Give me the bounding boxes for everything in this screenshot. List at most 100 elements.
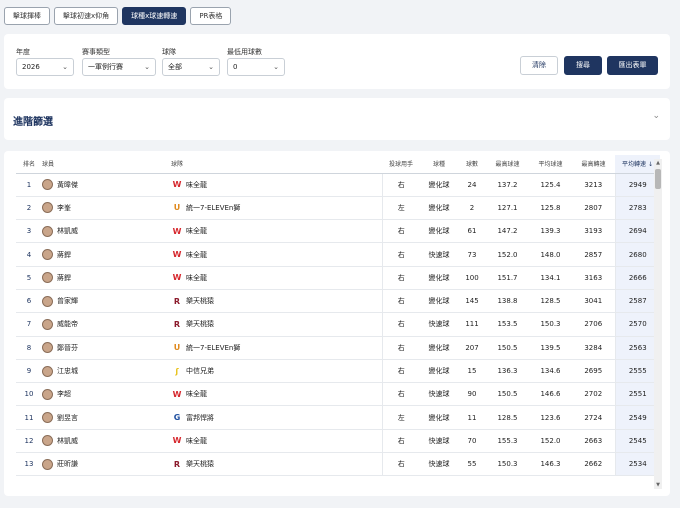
team-logo-icon: W <box>172 250 182 260</box>
table-header-row: 排名 球員 球隊 投球用手 球種 球數 最高球速 平均球速 最高轉速 平均轉速 … <box>16 155 660 174</box>
pitch-type-cell: 變化球 <box>420 196 458 221</box>
player-cell[interactable]: 鄭晉芬 <box>42 336 171 360</box>
max-spin-cell: 3041 <box>572 289 615 314</box>
team-name: 樂天桃猿 <box>186 297 214 306</box>
col-hand[interactable]: 投球用手 <box>382 155 420 174</box>
scroll-down-icon[interactable]: ▼ <box>654 481 662 489</box>
table-row[interactable]: 2 李峯 U 統一7-ELEVEn獅左變化球 2 127.1 125.8 2807 2783 <box>16 196 660 221</box>
export-button[interactable]: 匯出表單 <box>607 56 658 75</box>
col-player[interactable]: 球員 <box>42 155 171 174</box>
rank-cell: 10 <box>16 382 42 407</box>
player-cell[interactable]: 蔣銲 <box>42 266 171 290</box>
pitch-type-cell: 快速球 <box>420 429 458 454</box>
player-avatar-icon <box>42 225 53 237</box>
chevron-down-icon[interactable]: ⌄ <box>652 111 660 121</box>
player-cell[interactable]: 李峯 <box>42 196 171 221</box>
table-row[interactable]: 6 曾家輝 R 樂天桃猿右變化球 145 138.8 128.5 3041 2587 <box>16 289 660 314</box>
hand-cell: 右 <box>381 382 420 407</box>
count-cell: 145 <box>458 289 486 314</box>
player-name: 林凱威 <box>57 436 78 445</box>
rank-cell: 7 <box>16 312 42 337</box>
count-cell: 207 <box>458 336 486 360</box>
vertical-scrollbar[interactable]: ▲ ▼ <box>654 159 662 489</box>
tab-batting-swing[interactable]: 擊球揮棒 <box>4 7 50 25</box>
max-spin-cell: 3213 <box>572 173 615 197</box>
max-spin-cell: 2662 <box>572 452 615 477</box>
avg-velocity-cell: 125.4 <box>529 173 572 197</box>
table-row[interactable]: 4 蔣銲 W 味全龍右快速球 73 152.0 148.0 2857 2680 <box>16 242 660 267</box>
advanced-filter-panel[interactable]: 進階篩選 ⌄ <box>4 98 670 140</box>
rank-cell: 11 <box>16 405 42 430</box>
table-row[interactable]: 10 李超 W 味全龍右快速球 90 150.5 146.6 2702 2551 <box>16 382 660 407</box>
player-cell[interactable]: 曾家輝 <box>42 289 171 314</box>
player-avatar-icon <box>42 388 53 400</box>
min-pitches-select[interactable]: 0 ⌄ <box>227 58 285 76</box>
pitch-type-cell: 變化球 <box>420 405 458 430</box>
player-avatar-icon <box>42 318 53 330</box>
clear-button[interactable]: 清除 <box>520 56 558 75</box>
player-cell[interactable]: 黃暐傑 <box>42 173 171 197</box>
max-spin-cell: 2724 <box>572 405 615 430</box>
table-row[interactable]: 9 江忠城 ʃ 中信兄弟右變化球 15 136.3 134.6 2695 2555 <box>16 359 660 384</box>
avg-velocity-cell: 148.0 <box>529 242 572 267</box>
pitch-type-cell: 變化球 <box>420 173 458 197</box>
max-velocity-cell: 136.3 <box>486 359 529 384</box>
table-row[interactable]: 3 林凱威 W 味全龍右變化球 61 147.2 139.3 3193 2694 <box>16 219 660 244</box>
search-button[interactable]: 搜尋 <box>564 56 602 75</box>
player-name: 曾家輝 <box>57 297 78 306</box>
team-label: 球隊 <box>162 48 176 56</box>
count-cell: 55 <box>458 452 486 477</box>
col-avg-velocity[interactable]: 平均球速 <box>529 155 572 174</box>
tab-pr-table[interactable]: PR表格 <box>190 7 232 25</box>
col-avg-spin-label: 平均轉速 <box>622 161 647 169</box>
player-cell[interactable]: 林凱威 <box>42 429 171 454</box>
team-cell: U 統一7-ELEVEn獅 <box>171 196 382 221</box>
tab-exit-velocity-angle[interactable]: 擊球初速x仰角 <box>54 7 119 25</box>
player-cell[interactable]: 劉昱言 <box>42 405 171 430</box>
hand-cell: 右 <box>381 266 420 290</box>
col-team[interactable]: 球隊 <box>171 155 382 174</box>
rank-cell: 4 <box>16 242 42 267</box>
table-row[interactable]: 1 黃暐傑 W 味全龍右變化球 24 137.2 125.4 3213 2949 <box>16 173 660 197</box>
scroll-thumb[interactable] <box>655 169 661 189</box>
max-spin-cell: 2663 <box>572 429 615 454</box>
player-cell[interactable]: 李超 <box>42 382 171 407</box>
count-cell: 24 <box>458 173 486 197</box>
table-row[interactable]: 5 蔣銲 W 味全龍右變化球 100 151.7 134.1 3163 2666 <box>16 266 660 290</box>
player-avatar-icon <box>42 272 53 284</box>
table-row[interactable]: 11 劉昱言 G 富邦悍將左變化球 11 128.5 123.6 2724 2549 <box>16 405 660 430</box>
year-select[interactable]: 2026 ⌄ <box>16 58 74 76</box>
player-name: 江忠城 <box>57 367 78 376</box>
col-rank[interactable]: 排名 <box>16 155 42 174</box>
player-name: 威能帝 <box>57 320 78 329</box>
team-cell: R 樂天桃猿 <box>171 289 382 314</box>
scroll-up-icon[interactable]: ▲ <box>654 159 662 167</box>
pitch-type-cell: 變化球 <box>420 219 458 244</box>
avg-velocity-cell: 146.3 <box>529 452 572 477</box>
player-cell[interactable]: 蔣銲 <box>42 242 171 267</box>
game-type-select[interactable]: 一軍例行賽 ⌄ <box>82 58 156 76</box>
table-row[interactable]: 13 莊昕謙 R 樂天桃猿右快速球 55 150.3 146.3 2662 2534 <box>16 452 660 477</box>
table-row[interactable]: 12 林凱威 W 味全龍右快速球 70 155.3 152.0 2663 2545 <box>16 429 660 454</box>
col-count[interactable]: 球數 <box>458 155 486 174</box>
player-cell[interactable]: 江忠城 <box>42 359 171 384</box>
player-cell[interactable]: 莊昕謙 <box>42 452 171 477</box>
team-select[interactable]: 全部 ⌄ <box>162 58 220 76</box>
col-max-velocity[interactable]: 最高球速 <box>486 155 529 174</box>
team-logo-icon: W <box>172 226 182 236</box>
max-spin-cell: 3284 <box>572 336 615 360</box>
col-pitch-type[interactable]: 球種 <box>420 155 458 174</box>
max-velocity-cell: 128.5 <box>486 405 529 430</box>
table-row[interactable]: 8 鄭晉芬 U 統一7-ELEVEn獅右變化球 207 150.5 139.5 3284 256… <box>16 336 660 360</box>
table-row[interactable]: 7 威能帝 R 樂天桃猿右快速球 111 153.5 150.3 2706 2570 <box>16 312 660 337</box>
max-velocity-cell: 153.5 <box>486 312 529 337</box>
player-cell[interactable]: 威能帝 <box>42 312 171 337</box>
player-name: 蔣銲 <box>57 273 71 282</box>
player-cell[interactable]: 林凱威 <box>42 219 171 244</box>
rank-cell: 8 <box>16 336 42 360</box>
col-max-spin[interactable]: 最高轉速 <box>572 155 615 174</box>
tab-pitch-velocity-spin[interactable]: 球種x球速轉速 <box>122 7 187 25</box>
results-table: 排名 球員 球隊 投球用手 球種 球數 最高球速 平均球速 最高轉速 平均轉速 … <box>16 155 660 477</box>
player-name: 黃暐傑 <box>57 180 78 189</box>
max-velocity-cell: 150.5 <box>486 382 529 407</box>
